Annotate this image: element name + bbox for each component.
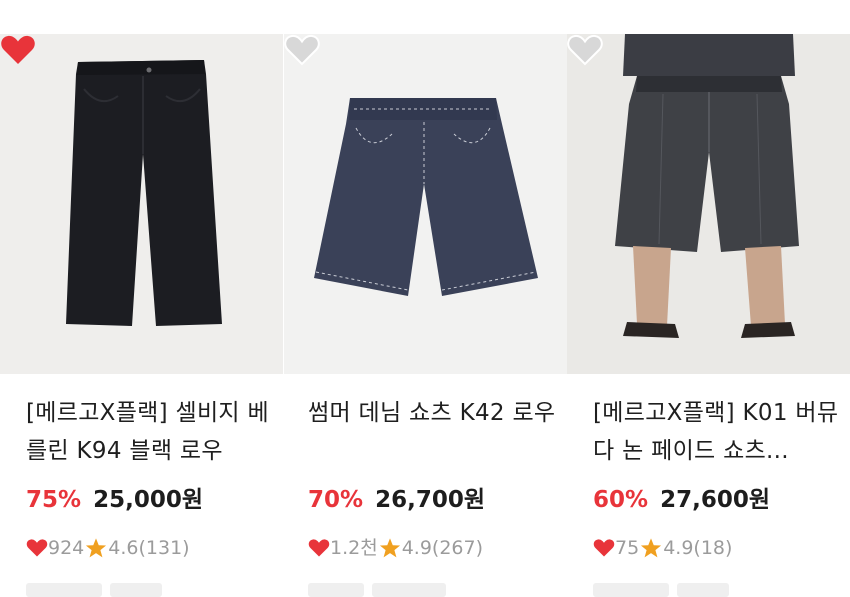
product-card[interactable]: [메르고X플랙] 셀비지 베를린 K94 블랙 로우 75% 25,000원 9… [0, 0, 283, 597]
sale-price: 27,600원 [660, 487, 770, 513]
tag-chip [26, 583, 102, 597]
discount-rate: 75% [26, 487, 82, 513]
rating: 4.9 [663, 537, 694, 559]
price-row: 70% 26,700원 [308, 480, 485, 520]
star-icon [379, 538, 400, 558]
tag-chip [593, 583, 669, 597]
denim-shorts-photo [314, 98, 538, 296]
like-heart-icon[interactable] [567, 34, 603, 66]
product-title[interactable]: [메르고X플랙] K01 버뮤다 논 페이드 쇼츠... [593, 394, 843, 470]
heart-icon [308, 539, 330, 557]
discount-rate: 70% [308, 487, 364, 513]
model-bermuda-shorts-photo [615, 34, 799, 338]
product-title[interactable]: 썸머 데님 쇼츠 K42 로우 [308, 394, 558, 432]
product-stats: 75 4.9 (18) [593, 530, 732, 566]
rating: 4.9 [401, 537, 432, 559]
product-card[interactable]: 썸머 데님 쇼츠 K42 로우 70% 26,700원 1.2천 4.9 (26… [284, 0, 567, 597]
tag-chip [677, 583, 729, 597]
like-count: 924 [48, 537, 85, 559]
tag-chip [308, 583, 364, 597]
product-image[interactable] [284, 34, 567, 374]
like-heart-icon[interactable] [0, 34, 36, 66]
tag-chip [372, 583, 446, 597]
black-wide-pants-photo [66, 60, 222, 326]
rating: 4.6 [108, 537, 139, 559]
sale-price: 25,000원 [93, 487, 203, 513]
review-count: (131) [138, 537, 190, 559]
price-row: 60% 27,600원 [593, 480, 770, 520]
star-icon [641, 538, 662, 558]
sale-price: 26,700원 [375, 487, 485, 513]
heart-icon [593, 539, 615, 557]
product-grid: [메르고X플랙] 셀비지 베를린 K94 블랙 로우 75% 25,000원 9… [0, 0, 850, 597]
product-image[interactable] [0, 34, 283, 374]
review-count: (18) [693, 537, 733, 559]
review-count: (267) [431, 537, 484, 559]
product-title[interactable]: [메르고X플랙] 셀비지 베를린 K94 블랙 로우 [26, 394, 276, 470]
product-image[interactable] [567, 34, 850, 374]
discount-rate: 60% [593, 487, 649, 513]
product-stats: 1.2천 4.9 (267) [308, 530, 483, 566]
like-count: 1.2천 [330, 537, 378, 559]
product-card[interactable]: [메르고X플랙] K01 버뮤다 논 페이드 쇼츠... 60% 27,600원… [567, 0, 850, 597]
star-icon [86, 538, 107, 558]
product-stats: 924 4.6 (131) [26, 530, 190, 566]
tag-chip [110, 583, 162, 597]
like-count: 75 [615, 537, 640, 559]
price-row: 75% 25,000원 [26, 480, 203, 520]
heart-icon [26, 539, 48, 557]
like-heart-icon[interactable] [284, 34, 320, 66]
